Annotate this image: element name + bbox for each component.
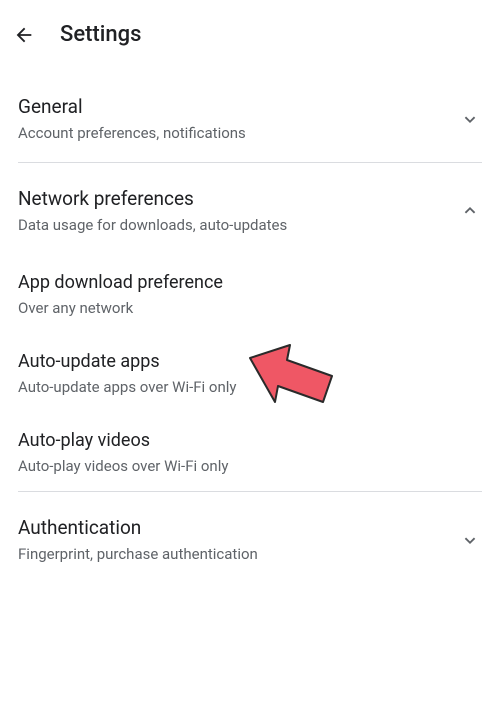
section-network[interactable]: Network preferences Data usage for downl… <box>0 163 500 254</box>
back-button[interactable] <box>12 23 36 47</box>
section-app-download[interactable]: App download preference Over any network <box>0 254 500 333</box>
section-subtitle-general: Account preferences, notifications <box>18 124 458 142</box>
section-auto-play[interactable]: Auto-play videos Auto-play videos over W… <box>0 412 500 491</box>
section-auto-update[interactable]: Auto-update apps Auto-update apps over W… <box>0 333 500 412</box>
sub-subtitle-auto-play: Auto-play videos over Wi-Fi only <box>18 457 482 475</box>
section-subtitle-authentication: Fingerprint, purchase authentication <box>18 545 458 563</box>
section-authentication[interactable]: Authentication Fingerprint, purchase aut… <box>0 492 500 583</box>
section-title-authentication: Authentication <box>18 516 458 539</box>
section-title-network: Network preferences <box>18 187 458 210</box>
page-title: Settings <box>60 22 141 47</box>
arrow-left-icon <box>13 24 35 46</box>
sub-subtitle-auto-update: Auto-update apps over Wi-Fi only <box>18 378 482 396</box>
section-subtitle-network: Data usage for downloads, auto-updates <box>18 216 458 234</box>
section-general[interactable]: General Account preferences, notificatio… <box>0 71 500 162</box>
header: Settings <box>0 0 500 71</box>
sub-title-app-download: App download preference <box>18 272 482 293</box>
chevron-down-icon <box>458 528 482 552</box>
chevron-down-icon <box>458 107 482 131</box>
sub-subtitle-app-download: Over any network <box>18 299 482 317</box>
sub-title-auto-play: Auto-play videos <box>18 430 482 451</box>
section-title-general: General <box>18 95 458 118</box>
chevron-up-icon <box>458 199 482 223</box>
sub-title-auto-update: Auto-update apps <box>18 351 482 372</box>
